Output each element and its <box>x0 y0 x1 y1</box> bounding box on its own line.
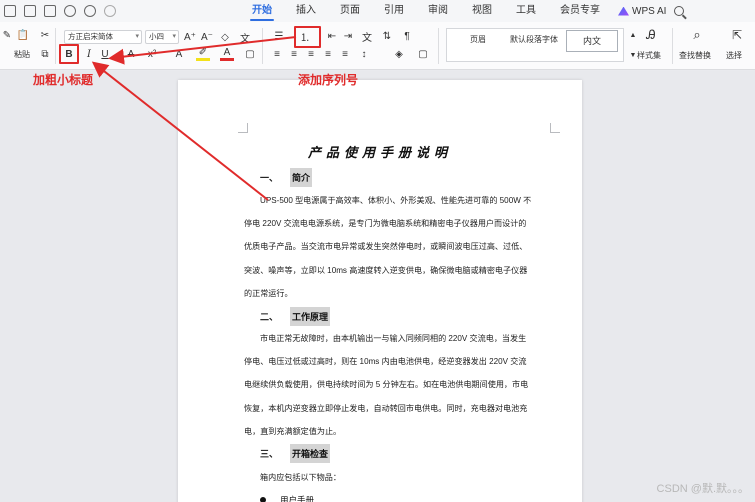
bold-annotation: 加粗小标题 <box>33 73 94 87</box>
list-annotation: 添加序列号 <box>298 73 359 87</box>
watermark: CSDN @默.默。。。 <box>656 483 749 495</box>
arrow-to-heading <box>91 61 269 201</box>
arrow-to-bold <box>108 36 297 65</box>
annotation-arrows <box>91 36 297 201</box>
